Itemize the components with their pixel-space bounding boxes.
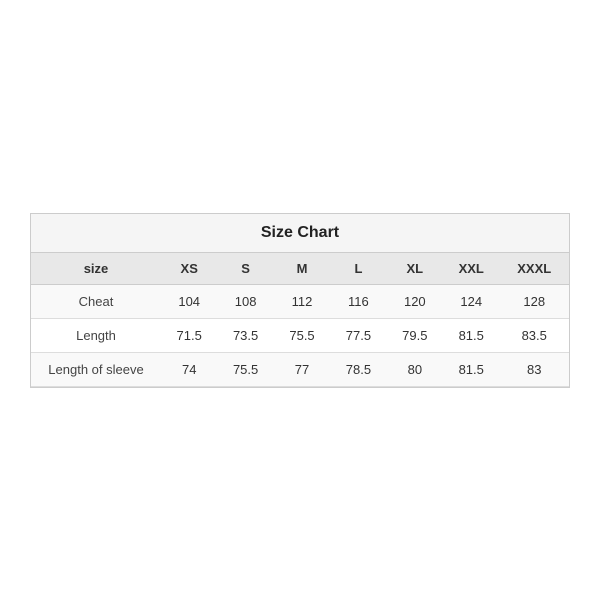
row-value: 80 xyxy=(387,352,443,386)
row-value: 78.5 xyxy=(330,352,386,386)
row-value: 77.5 xyxy=(330,318,386,352)
size-table: size XS S M L XL XXL XXXL Cheat104108112… xyxy=(31,253,569,387)
col-header-label: size xyxy=(31,253,161,285)
row-value: 124 xyxy=(443,284,499,318)
size-chart: Size Chart size XS S M L XL XXL XXXL Che… xyxy=(30,213,570,388)
row-value: 81.5 xyxy=(443,352,499,386)
row-value: 73.5 xyxy=(217,318,273,352)
row-label: Cheat xyxy=(31,284,161,318)
table-row: Length71.573.575.577.579.581.583.5 xyxy=(31,318,569,352)
row-value: 120 xyxy=(387,284,443,318)
row-value: 77 xyxy=(274,352,330,386)
row-value: 104 xyxy=(161,284,217,318)
row-value: 75.5 xyxy=(217,352,273,386)
row-label: Length xyxy=(31,318,161,352)
row-value: 83 xyxy=(499,352,569,386)
col-header-l: L xyxy=(330,253,386,285)
row-value: 108 xyxy=(217,284,273,318)
col-header-m: M xyxy=(274,253,330,285)
col-header-s: S xyxy=(217,253,273,285)
row-value: 81.5 xyxy=(443,318,499,352)
table-row: Cheat104108112116120124128 xyxy=(31,284,569,318)
row-value: 75.5 xyxy=(274,318,330,352)
col-header-xs: XS xyxy=(161,253,217,285)
table-row: Length of sleeve7475.57778.58081.583 xyxy=(31,352,569,386)
row-value: 128 xyxy=(499,284,569,318)
chart-title: Size Chart xyxy=(261,224,339,241)
row-value: 116 xyxy=(330,284,386,318)
row-value: 83.5 xyxy=(499,318,569,352)
row-label: Length of sleeve xyxy=(31,352,161,386)
col-header-xxxl: XXXL xyxy=(499,253,569,285)
row-value: 74 xyxy=(161,352,217,386)
row-value: 79.5 xyxy=(387,318,443,352)
chart-title-row: Size Chart xyxy=(31,214,569,253)
col-header-xl: XL xyxy=(387,253,443,285)
row-value: 112 xyxy=(274,284,330,318)
col-header-xxl: XXL xyxy=(443,253,499,285)
header-row: size XS S M L XL XXL XXXL xyxy=(31,253,569,285)
row-value: 71.5 xyxy=(161,318,217,352)
